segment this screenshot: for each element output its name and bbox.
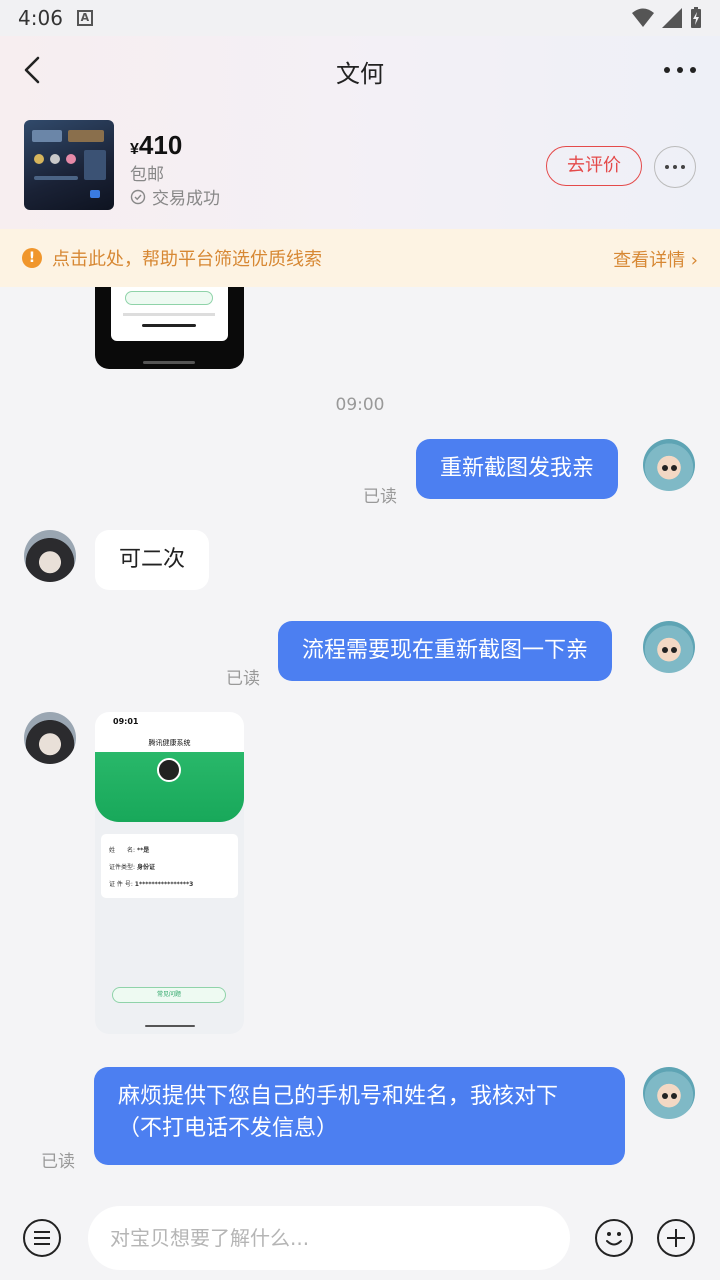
status-icons [632, 7, 702, 29]
nav-bar: 文何 [0, 36, 720, 104]
product-thumbnail[interactable] [24, 120, 114, 210]
avatar-eye [671, 1093, 677, 1099]
check-circle-icon [130, 189, 146, 204]
image-message-partial[interactable] [95, 287, 244, 369]
ss-status-time: 09:01 [95, 712, 244, 734]
deal-status-text: 交易成功 [152, 189, 220, 209]
more-options-icon[interactable] [662, 58, 698, 82]
notification-icon: A [76, 10, 93, 26]
add-attachment-button[interactable] [657, 1219, 695, 1257]
status-bar: 4:06 A [0, 0, 720, 36]
ss-home-bar [145, 1025, 195, 1027]
signal-icon [662, 8, 682, 28]
seller-avatar[interactable] [24, 530, 76, 582]
menu-button[interactable] [23, 1219, 61, 1257]
read-receipt: 已读 [41, 1152, 75, 1172]
partial-screen [111, 287, 228, 341]
warning-icon: ! [22, 248, 42, 268]
notice-text: 点击此处，帮助平台筛选优质线索 [52, 249, 322, 270]
ss-idtype-label: 证件类型: [109, 864, 136, 871]
ss-idtype-value: 身份证 [136, 864, 155, 871]
price-value: 410 [138, 130, 183, 160]
ss-name-label: 姓 名: [109, 847, 136, 854]
shipping-label: 包邮 [130, 165, 164, 185]
avatar-eye [662, 465, 668, 471]
notice-details-link[interactable]: 查看详情 › [613, 246, 698, 272]
message-line-1: 麻烦提供下您自己的手机号和姓名，我核对下 [118, 1084, 559, 1109]
my-avatar[interactable] [643, 621, 695, 673]
avatar-eye [662, 647, 668, 653]
partial-text-line [123, 313, 215, 316]
partial-faq-pill [125, 291, 213, 305]
menu-line [34, 1231, 50, 1233]
notice-banner[interactable]: ! 点击此处，帮助平台筛选优质线索 查看详情 › [0, 229, 720, 287]
read-receipt: 已读 [363, 487, 397, 507]
avatar-eye [662, 1093, 668, 1099]
review-button[interactable]: 去评价 [546, 146, 642, 186]
ss-row-idtype: 证件类型: 身份证 [109, 859, 230, 876]
ss-idno-label: 证 件 号: [109, 881, 133, 888]
menu-line [34, 1243, 50, 1245]
smiley-icon [606, 1232, 622, 1246]
message-input[interactable] [88, 1206, 570, 1270]
ss-avatar [157, 758, 181, 782]
notice-details-label: 查看详情 [613, 250, 686, 271]
avatar-eye [671, 465, 677, 471]
menu-line [34, 1237, 50, 1239]
ellipsis-icon [665, 165, 685, 169]
my-avatar[interactable] [643, 1067, 695, 1119]
ss-row-idno: 证 件 号: 1****************3 [109, 876, 230, 893]
incoming-message[interactable]: 可二次 [95, 530, 210, 590]
outgoing-message[interactable]: 麻烦提供下您自己的手机号和姓名，我核对下 （不打电话不发信息） [94, 1067, 625, 1165]
deal-status: 交易成功 [130, 184, 220, 209]
chat-header: 文何 ¥410 包邮 交易成功 去评价 [0, 36, 720, 229]
battery-icon [691, 7, 701, 28]
partial-device-bar [143, 361, 195, 364]
ss-info-card: 姓 名: **是 证件类型: 身份证 证 件 号: 1*************… [101, 834, 238, 898]
chat-messages[interactable]: 09:00 重新截图发我亲 已读 可二次 流程需要现在重新截图一下亲 已读 09… [0, 287, 720, 1192]
ss-faq-button: 常见问题 [112, 987, 226, 1003]
message-line-2: （不打电话不发信息） [118, 1116, 339, 1141]
currency-symbol: ¥ [130, 141, 139, 158]
read-receipt: 已读 [226, 669, 260, 689]
image-message[interactable]: 09:01 腾讯健康系统 姓 名: **是 证件类型: 身份证 证 件 号: 1… [95, 712, 244, 1034]
page-title: 文何 [336, 60, 384, 88]
message-timestamp: 09:00 [335, 395, 385, 415]
status-time: 4:06 [18, 6, 63, 30]
outgoing-message[interactable]: 重新截图发我亲 [416, 439, 619, 499]
partial-home-bar [142, 324, 196, 327]
composer-bar [0, 1192, 720, 1280]
ss-idno-value: 1****************3 [134, 881, 194, 888]
wifi-icon [632, 8, 654, 27]
seller-avatar[interactable] [24, 712, 76, 764]
ss-app-title: 腾讯健康系统 [95, 734, 244, 752]
emoji-button[interactable] [595, 1219, 633, 1257]
ss-row-name: 姓 名: **是 [109, 842, 230, 859]
product-more-button[interactable] [654, 146, 696, 188]
my-avatar[interactable] [643, 439, 695, 491]
avatar-eye [671, 647, 677, 653]
outgoing-message[interactable]: 流程需要现在重新截图一下亲 [278, 621, 613, 681]
product-price: ¥410 [130, 130, 182, 161]
ss-name-value: **是 [136, 847, 150, 854]
